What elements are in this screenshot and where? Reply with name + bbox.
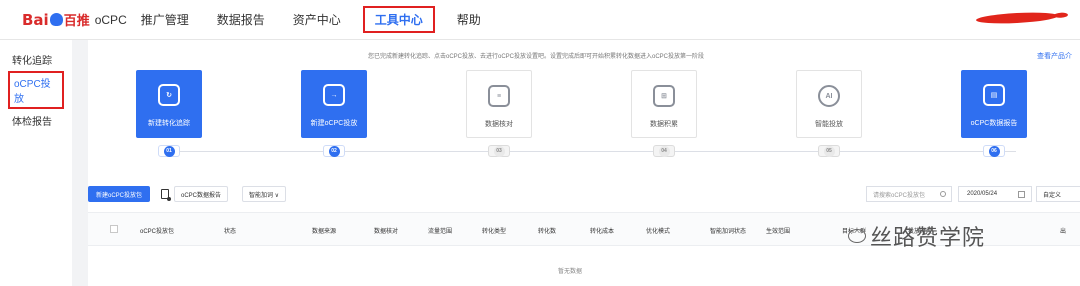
step-label: 新建转化追踪 (148, 120, 190, 127)
baidu-paw-icon (49, 13, 63, 26)
col-header-more[interactable]: 出 (1060, 226, 1066, 235)
col-header-opt-mode[interactable]: 优化模式 (646, 226, 670, 235)
sidebar: 转化追踪 oCPC投放 体检报告 (0, 40, 72, 286)
nav-item-promotion[interactable]: 推广管理 (139, 8, 191, 31)
sidebar-item-health-report[interactable]: 体检报告 (0, 109, 72, 132)
col-header-package[interactable]: oCPC投放包 (140, 226, 174, 235)
col-header-data-check[interactable]: 数据核对 (374, 226, 398, 235)
step-number: 06 (983, 145, 1005, 157)
step-number: 05 (818, 145, 840, 157)
ocpc-steps: ↻ 新建转化追踪 01 → 新建oCPC投放 02 ≡ 数据核对 03 ⊞ 数据… (88, 70, 1080, 170)
step-card-data-check[interactable]: ≡ 数据核对 (466, 70, 532, 138)
steps-connector-line (176, 151, 1016, 152)
search-input[interactable]: 请搜索oCPC投放包 (866, 186, 952, 202)
nav-item-reports[interactable]: 数据报告 (215, 8, 267, 31)
wechat-icon (848, 229, 866, 243)
sidebar-item-ocpc[interactable]: oCPC投放 (8, 71, 64, 109)
step-card-smart-delivery[interactable]: AI 智能投放 (796, 70, 862, 138)
data-check-icon: ≡ (488, 85, 510, 107)
step-card-new-ocpc[interactable]: → 新建oCPC投放 (301, 70, 367, 138)
logo-text: Bai (22, 10, 49, 29)
select-all-checkbox[interactable] (110, 225, 118, 233)
step-card-ocpc-report[interactable]: ▤ oCPC数据报告 (961, 70, 1027, 138)
col-header-conv-cost[interactable]: 转化成本 (590, 226, 614, 235)
sidebar-item-conversion-tracking[interactable]: 转化追踪 (0, 48, 72, 71)
step-card-data-accumulate[interactable]: ⊞ 数据积累 (631, 70, 697, 138)
step-label: 智能投放 (815, 121, 843, 128)
ocpc-report-button[interactable]: oCPC数据报告 (174, 186, 229, 202)
date-picker[interactable]: 2020/05/24 (958, 186, 1032, 202)
redacted-account-mark (975, 10, 1059, 26)
custom-columns-button[interactable]: 自定义 (1036, 186, 1080, 202)
logo-suffix: 百推 (63, 13, 90, 28)
watermark: 丝路赞学院 (848, 220, 985, 252)
col-header-conv-count[interactable]: 转化数 (538, 226, 556, 235)
col-header-conv-type[interactable]: 转化类型 (482, 226, 506, 235)
nav-item-assets[interactable]: 资产中心 (291, 8, 343, 31)
ai-icon: AI (818, 85, 840, 107)
ocpc-new-icon: → (323, 84, 345, 106)
table-toolbar: 新建oCPC投放包 oCPC数据报告 智能加词 ∨ 请搜索oCPC投放包 202… (88, 186, 1080, 204)
search-icon[interactable] (940, 191, 946, 197)
step-number: 04 (653, 145, 675, 157)
new-ocpc-package-button[interactable]: 新建oCPC投放包 (88, 186, 151, 202)
col-header-scope[interactable]: 生效范围 (766, 226, 790, 235)
step-label: 新建oCPC投放 (310, 120, 358, 127)
main-nav: 推广管理 数据报告 资产中心 工具中心 帮助 (139, 6, 507, 33)
conversion-track-icon: ↻ (158, 84, 180, 106)
step-label: 数据核对 (485, 121, 513, 128)
date-value: 2020/05/24 (967, 191, 998, 197)
baidu-logo[interactable]: Bai 百推 oCPC (22, 10, 127, 29)
step-label: 数据积累 (650, 121, 678, 128)
step-number: 01 (158, 145, 180, 157)
col-header-smart-kw[interactable]: 智能加词状态 (710, 226, 746, 235)
search-placeholder: 请搜索oCPC投放包 (873, 192, 926, 199)
step-number: 03 (488, 145, 510, 157)
report-doc-icon[interactable] (161, 189, 171, 201)
step-number: 02 (323, 145, 345, 157)
watermark-text: 丝路赞学院 (870, 226, 986, 251)
col-header-data-source[interactable]: 数据来源 (312, 226, 336, 235)
ocpc-report-icon: ▤ (983, 84, 1005, 106)
product-name: oCPC (94, 12, 127, 27)
step-card-conversion[interactable]: ↻ 新建转化追踪 (136, 70, 202, 138)
col-header-status[interactable]: 状态 (224, 226, 236, 235)
top-navigation-bar: Bai 百推 oCPC 推广管理 数据报告 资产中心 工具中心 帮助 (0, 0, 1080, 40)
empty-table-message: 暂无数据 (558, 269, 583, 275)
calendar-icon (1018, 191, 1025, 198)
view-product-intro-link[interactable]: 查看产品介 (1037, 51, 1072, 61)
col-header-traffic[interactable]: 流量范围 (428, 226, 452, 235)
data-accumulate-icon: ⊞ (653, 85, 675, 107)
step-label: oCPC数据报告 (970, 120, 1018, 127)
smart-keyword-dropdown[interactable]: 智能加词 ∨ (242, 186, 287, 202)
guide-hint: 您已完成新建转化追踪、点击oCPC投放、去进行oCPC投放设置吧。设置完成后即可… (368, 54, 705, 60)
nav-item-help[interactable]: 帮助 (455, 8, 483, 31)
nav-item-tools[interactable]: 工具中心 (362, 6, 435, 33)
